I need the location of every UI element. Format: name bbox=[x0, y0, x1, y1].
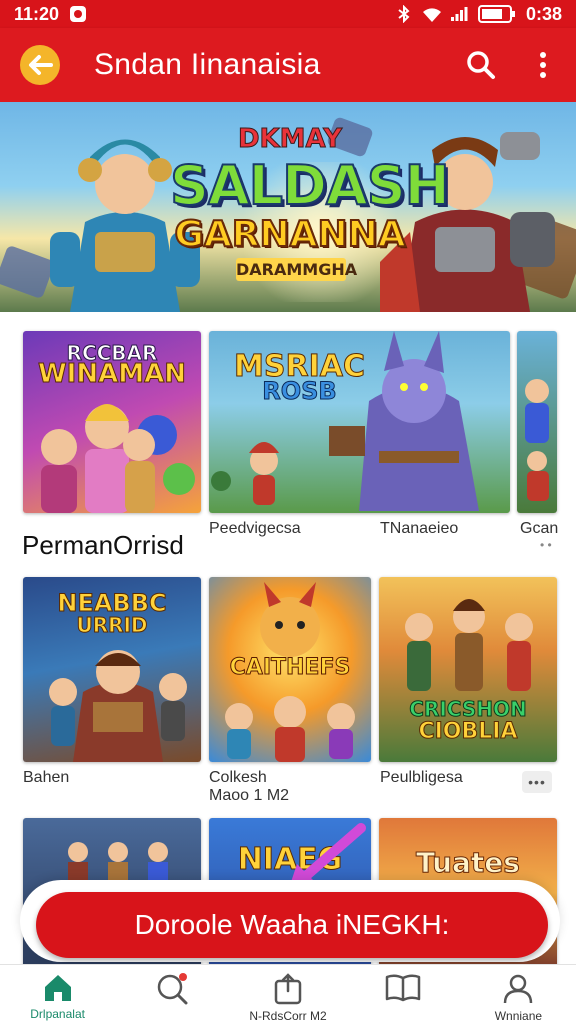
game-card[interactable]: RCCBAR WINAMAN bbox=[23, 331, 201, 513]
nav-item-home[interactable]: Drlpanalat bbox=[0, 965, 115, 1024]
card-caption: Pеedvigecsa bbox=[209, 520, 301, 537]
card-subcaption: Maoo 1 M2 bbox=[209, 787, 290, 804]
search-icon bbox=[467, 51, 495, 79]
hero-tag: DARAMMGHA bbox=[236, 258, 358, 281]
section-title: PermanOrrisd bbox=[22, 530, 184, 560]
bottom-navigation: Drlpanalat N-RdsCorr M2 Wnniane bbox=[0, 964, 576, 1024]
game-card[interactable]: NEABBC URRID bbox=[23, 577, 201, 762]
card-artwork bbox=[525, 379, 549, 501]
card-artwork bbox=[49, 650, 187, 762]
battery-icon bbox=[477, 5, 516, 23]
card-caption: Gcan bbox=[520, 520, 559, 537]
nav-label: N-RdsCorr M2 bbox=[249, 1009, 327, 1023]
page-title: Sndan Iinanaisia bbox=[94, 48, 321, 81]
card-art-text: CIOBLIA bbox=[418, 719, 518, 745]
status-time-left: 11:20 bbox=[14, 3, 60, 24]
app-screen: 11:20 0:38 Sndan Iinanaisia DKMAY SALDAS… bbox=[0, 0, 576, 1024]
share-icon bbox=[274, 973, 302, 1005]
back-button[interactable] bbox=[20, 45, 60, 85]
nav-item-profile[interactable]: Wnniane bbox=[461, 965, 576, 1024]
card-artwork bbox=[405, 599, 533, 691]
card-caption: Colkesh bbox=[209, 769, 267, 786]
nav-item-library[interactable] bbox=[346, 965, 461, 1024]
status-time-right: 0:38 bbox=[525, 3, 562, 24]
signal-icon bbox=[450, 6, 468, 22]
more-vertical-icon bbox=[540, 52, 546, 78]
more-options-button[interactable]: ••• bbox=[522, 771, 552, 793]
hero-title: SALDASH bbox=[169, 153, 451, 218]
nav-label: Wnniane bbox=[494, 1009, 543, 1023]
hero-subtitle: GARNANNA bbox=[173, 213, 406, 256]
card-caption: TNanaeieo bbox=[380, 520, 459, 537]
card-art-text: CAITHEFS bbox=[229, 655, 351, 681]
nav-item-search-chat[interactable] bbox=[115, 965, 230, 1024]
bluetooth-icon bbox=[396, 5, 412, 23]
game-card[interactable] bbox=[517, 331, 557, 513]
card-caption: Bahen bbox=[23, 769, 70, 786]
game-card[interactable]: MSRIAC ROSB bbox=[209, 331, 510, 513]
home-icon bbox=[44, 975, 71, 1001]
download-cta-button[interactable]: Dorоole Waaha iNEGKH: bbox=[36, 892, 548, 958]
search-button[interactable] bbox=[464, 48, 498, 82]
card-artwork bbox=[211, 331, 479, 511]
more-dots-icon: • • bbox=[540, 538, 552, 552]
game-card[interactable]: CRICSHON CIOBLIA bbox=[379, 577, 557, 762]
wifi-icon bbox=[422, 7, 441, 22]
card-art-text: Tuates bbox=[416, 846, 521, 880]
card-caption: Peulbligesa bbox=[380, 769, 463, 786]
game-card[interactable]: CAITHEFS bbox=[209, 577, 371, 762]
nav-item-share[interactable]: N-RdsCorr M2 bbox=[230, 965, 345, 1024]
card-artwork bbox=[41, 404, 195, 513]
hero-banner[interactable]: DKMAY SALDASH GARNANNA DARAMMGHA bbox=[0, 102, 576, 312]
overflow-menu-button[interactable] bbox=[526, 48, 560, 82]
profile-icon bbox=[504, 974, 533, 1004]
card-art-text: CRICSHON bbox=[409, 697, 527, 722]
app-bar: Sndan Iinanaisia bbox=[0, 28, 576, 102]
status-bar: 11:20 0:38 bbox=[0, 0, 576, 28]
book-icon bbox=[385, 974, 421, 1002]
arrow-left-icon bbox=[29, 55, 53, 75]
hero-kicker: DKMAY bbox=[237, 124, 343, 155]
card-art-text: WINAMAN bbox=[38, 359, 187, 390]
nav-label: Drlpanalat bbox=[30, 1007, 85, 1021]
app-notification-icon bbox=[69, 5, 87, 23]
